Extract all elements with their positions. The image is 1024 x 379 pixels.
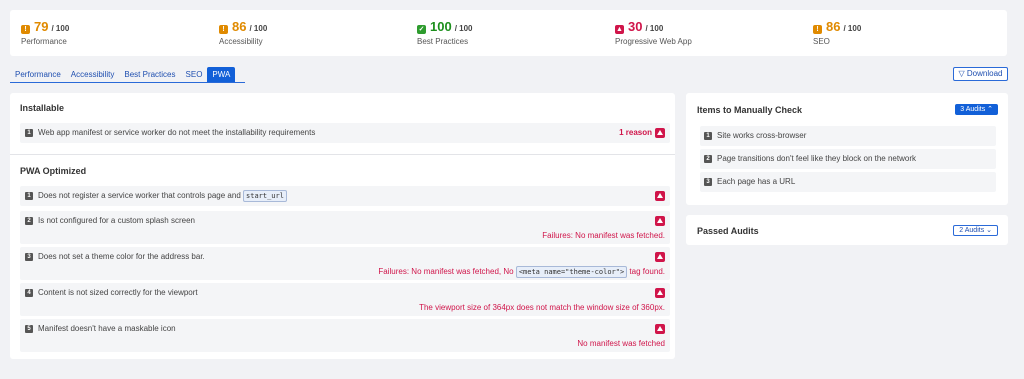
score-seo[interactable]: ! 86/ 100 SEO: [813, 19, 861, 46]
score-value: 86: [232, 19, 247, 34]
audit-text: Content is not sized correctly for the v…: [38, 288, 198, 297]
score-value: 86: [826, 19, 841, 34]
tab-performance[interactable]: Performance: [10, 67, 66, 82]
alert-triangle-icon: [655, 216, 665, 226]
score-accessibility[interactable]: ! 86/ 100 Accessibility: [219, 19, 267, 46]
audit-text: Web app manifest or service worker do no…: [38, 128, 316, 137]
manual-audits-toggle[interactable]: 3 Audits ⌃: [955, 104, 998, 115]
score-label: SEO: [813, 37, 830, 46]
passed-audits-panel: Passed Audits 2 Audits ⌄: [686, 215, 1008, 245]
manual-check-heading: Items to Manually Check: [697, 105, 803, 115]
audit-text: Manifest doesn't have a maskable icon: [38, 324, 176, 333]
reason-count: 1 reason: [619, 128, 652, 137]
audit-index: 4: [25, 289, 33, 297]
score-best-practices[interactable]: ✓ 100/ 100 Best Practices: [417, 19, 473, 46]
installable-heading: Installable: [20, 103, 65, 113]
audit-row[interactable]: 4 Content is not sized correctly for the…: [20, 283, 670, 316]
alert-triangle-icon: [655, 191, 665, 201]
list-item[interactable]: 3 Each page has a URL: [700, 172, 996, 192]
check-icon: ✓: [417, 25, 426, 34]
score-denominator: / 100: [249, 24, 268, 33]
pwa-audits-panel: Installable 1 Web app manifest or servic…: [10, 93, 675, 359]
alert-triangle-icon: [655, 128, 665, 138]
audit-row[interactable]: 3 Does not set a theme color for the add…: [20, 247, 670, 280]
item-index: 1: [704, 132, 712, 140]
audit-row[interactable]: 1 Does not register a service worker tha…: [20, 186, 670, 206]
score-denominator: / 100: [51, 24, 70, 33]
score-denominator: / 100: [843, 24, 862, 33]
category-tabs: Performance Accessibility Best Practices…: [10, 67, 245, 83]
score-label: Best Practices: [417, 37, 469, 46]
alert-triangle-icon: [655, 288, 665, 298]
audit-index: 1: [25, 129, 33, 137]
list-item[interactable]: 1 Site works cross-browser: [700, 126, 996, 146]
audit-index: 2: [25, 217, 33, 225]
score-label: Progressive Web App: [615, 37, 692, 46]
audit-row[interactable]: 5 Manifest doesn't have a maskable icon …: [20, 319, 670, 352]
score-summary: ! 79/ 100 Performance ! 86/ 100 Accessibil…: [10, 10, 1007, 56]
audit-text-main: Does not register a service worker that …: [38, 191, 241, 200]
tab-pwa[interactable]: PWA: [207, 67, 236, 82]
score-value: 79: [34, 19, 49, 34]
tab-accessibility[interactable]: Accessibility: [66, 67, 120, 82]
item-text: Site works cross-browser: [717, 131, 807, 140]
item-text: Page transitions don't feel like they bl…: [717, 154, 916, 163]
audit-text: Does not set a theme color for the addre…: [38, 252, 205, 261]
pwa-optimized-heading: PWA Optimized: [20, 166, 87, 176]
warning-icon: !: [219, 25, 228, 34]
alert-triangle-icon: [655, 324, 665, 334]
passed-audits-heading: Passed Audits: [697, 226, 759, 236]
tab-seo[interactable]: SEO: [181, 67, 208, 82]
audit-row[interactable]: 1 Web app manifest or service worker do …: [20, 123, 670, 143]
score-performance[interactable]: ! 79/ 100 Performance: [21, 19, 69, 46]
score-denominator: / 100: [454, 24, 473, 33]
failure-message: The viewport size of 364px does not matc…: [419, 303, 665, 312]
alert-triangle-icon: [655, 252, 665, 262]
alert-triangle-icon: ▲: [615, 25, 624, 34]
audit-index: 3: [25, 253, 33, 261]
score-pwa[interactable]: ▲ 30/ 100 Progressive Web App: [615, 19, 692, 46]
score-label: Performance: [21, 37, 67, 46]
failure-message: No manifest was fetched: [577, 339, 665, 348]
audit-row[interactable]: 2 Is not configured for a custom splash …: [20, 211, 670, 244]
score-value: 100: [430, 19, 452, 34]
score-denominator: / 100: [645, 24, 664, 33]
audit-text: Does not register a service worker that …: [38, 190, 287, 202]
audit-index: 1: [25, 192, 33, 200]
audit-text: Is not configured for a custom splash sc…: [38, 216, 195, 225]
item-index: 3: [704, 178, 712, 186]
failure-text-end: tag found.: [629, 267, 665, 276]
audit-index: 5: [25, 325, 33, 333]
item-text: Each page has a URL: [717, 177, 796, 186]
score-label: Accessibility: [219, 37, 263, 46]
list-item[interactable]: 2 Page transitions don't feel like they …: [700, 149, 996, 169]
item-index: 2: [704, 155, 712, 163]
failure-message: Failures: No manifest was fetched.: [542, 231, 665, 240]
code-meta-theme-color: <meta name="theme-color">: [515, 266, 628, 278]
warning-icon: !: [21, 25, 30, 34]
code-start-url: start_url: [243, 190, 287, 202]
download-button[interactable]: ▽ Download: [953, 67, 1008, 81]
warning-icon: !: [813, 25, 822, 34]
failure-message: Failures: No manifest was fetched, No <m…: [378, 266, 665, 278]
failure-text: Failures: No manifest was fetched, No: [378, 267, 514, 276]
tab-best-practices[interactable]: Best Practices: [119, 67, 180, 82]
passed-audits-toggle[interactable]: 2 Audits ⌄: [953, 225, 998, 236]
manual-check-panel: Items to Manually Check 3 Audits ⌃ 1 Sit…: [686, 93, 1008, 205]
score-value: 30: [628, 19, 643, 34]
